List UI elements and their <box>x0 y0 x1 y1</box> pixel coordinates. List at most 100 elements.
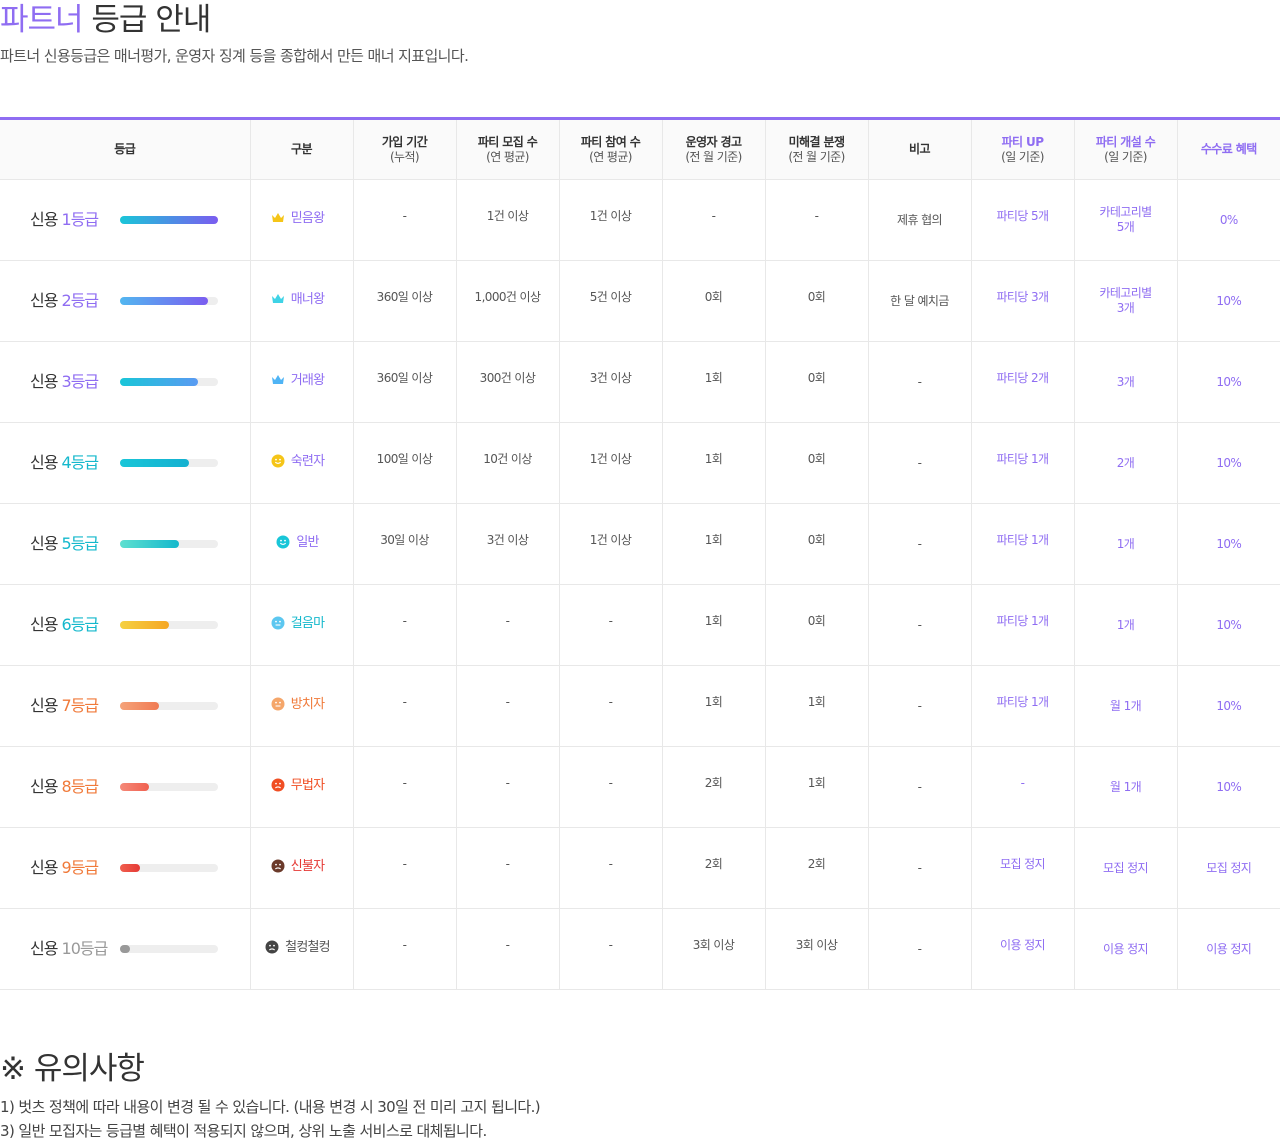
header-join-period: 가입 기간 (누적) <box>353 118 457 180</box>
party-open-cell: 2개 <box>1074 422 1178 504</box>
sad-face-icon <box>271 859 285 873</box>
party-open-cell: 3개 <box>1074 341 1178 423</box>
table-row: 신용 10등급 철컹철컹 - - -3회 이상 3회 이상 - 이용 정지 이용 정지 이용 정지 <box>0 908 1280 990</box>
fee-benefit-value: 10% <box>1177 422 1280 504</box>
grade-cell: 신용 1등급 <box>0 179 251 261</box>
party-up-value: 파티당 1개 <box>970 422 1075 504</box>
header-party-up-main: 파티 UP <box>1001 134 1044 149</box>
grade-label: 신용 4등급 <box>30 453 99 473</box>
header-warning-main: 운영자 경고 <box>685 134 742 149</box>
join-period-value: - <box>353 665 457 747</box>
recruit-count-value: - <box>456 665 560 747</box>
grade-label: 신용 1등급 <box>30 210 100 230</box>
table-header-row: 등급 구분 가입 기간 (누적) 파티 모집 수 (연 평균) 파티 참여 수 (연 … <box>0 118 1280 180</box>
fee-benefit-value: 0% <box>1177 179 1280 261</box>
note-value: - <box>868 746 972 828</box>
note-value: - <box>868 584 972 666</box>
grade-prefix: 신용 <box>30 777 62 796</box>
party-up-value: 파티당 5개 <box>970 179 1075 261</box>
header-party-open-main: 파티 개설 수 <box>1095 134 1156 149</box>
party-up-value: - <box>970 746 1075 828</box>
grade-progress-bar <box>120 945 218 953</box>
participate-count-value: 1건 이상 <box>559 422 663 504</box>
grade-number: 10등급 <box>61 939 109 958</box>
join-period-value: 360일 이상 <box>353 260 457 342</box>
header-join-sub: (누적) <box>389 149 420 164</box>
type-label: 거래왕 <box>290 372 325 388</box>
smile-face-icon <box>271 454 285 468</box>
type-cell: 방치자 <box>250 665 354 747</box>
grade-label: 신용 9등급 <box>30 858 99 878</box>
type-cell: 무법자 <box>250 746 354 828</box>
participate-count-value: - <box>559 827 663 909</box>
type-cell: 걸음마 <box>250 584 354 666</box>
type-label: 신불자 <box>290 858 325 874</box>
grade-number: 1등급 <box>61 210 100 229</box>
fee-benefit-value: 10% <box>1177 260 1280 342</box>
join-period-value: 100일 이상 <box>353 422 457 504</box>
note-line: 1) 벗츠 정책에 따라 내용이 변경 될 수 있습니다. (내용 변경 시 3… <box>0 1098 541 1116</box>
header-admin-warning: 운영자 경고 (전 월 기준) <box>662 118 766 180</box>
join-period-value: 360일 이상 <box>353 341 457 423</box>
header-warning-sub: (전 월 기준) <box>685 149 742 164</box>
grade-cell: 신용 4등급 <box>0 422 251 504</box>
crown-icon <box>271 292 285 306</box>
dispute-value: 1회 <box>765 746 869 828</box>
header-recruit-main: 파티 모집 수 <box>477 134 538 149</box>
type-cell: 숙련자 <box>250 422 354 504</box>
warning-value: 3회 이상 <box>662 908 766 990</box>
party-open-value: 월 1개 <box>1109 698 1142 713</box>
party-open-value: 2개 <box>1116 455 1135 470</box>
table-row: 신용 4등급 숙련자 100일 이상 10건 이상 1건 이상 1회 0회 - 파티당 1개 2개… <box>0 422 1280 504</box>
party-up-value: 이용 정지 <box>970 908 1075 990</box>
grade-prefix: 신용 <box>30 372 62 391</box>
warning-value: 1회 <box>662 665 766 747</box>
warning-value: 1회 <box>662 503 766 585</box>
party-up-value: 파티당 2개 <box>970 341 1075 423</box>
party-up-value: 파티당 1개 <box>970 584 1075 666</box>
warning-value: 2회 <box>662 746 766 828</box>
party-open-cell: 1개 <box>1074 503 1178 585</box>
join-period-value: - <box>353 746 457 828</box>
participate-count-value: - <box>559 665 663 747</box>
party-open-value: 1개 <box>1116 536 1135 551</box>
grade-number: 2등급 <box>61 291 100 310</box>
header-party-open-sub: (일 기준) <box>1104 149 1147 164</box>
grade-progress-bar <box>120 621 218 629</box>
party-open-value: 이용 정지 <box>1103 941 1149 956</box>
grade-prefix: 신용 <box>30 615 62 634</box>
type-cell: 매너왕 <box>250 260 354 342</box>
party-open-cell: 월 1개 <box>1074 746 1178 828</box>
type-label: 걸음마 <box>290 615 325 631</box>
dispute-value: 1회 <box>765 665 869 747</box>
grade-table: 등급 구분 가입 기간 (누적) 파티 모집 수 (연 평균) 파티 참여 수 (연 … <box>0 117 1280 990</box>
header-type: 구분 <box>250 118 354 180</box>
grade-progress-fill <box>120 783 150 791</box>
type-cell: 믿음왕 <box>250 179 354 261</box>
warning-value: 0회 <box>662 260 766 342</box>
grade-cell: 신용 7등급 <box>0 665 251 747</box>
grade-cell: 신용 3등급 <box>0 341 251 423</box>
type-cell: 거래왕 <box>250 341 354 423</box>
fee-benefit-value: 10% <box>1177 503 1280 585</box>
page-title: 파트너 등급 안내 <box>0 0 211 39</box>
type-cell: 일반 <box>250 503 354 585</box>
fee-benefit-value: 10% <box>1177 584 1280 666</box>
grade-cell: 신용 2등급 <box>0 260 251 342</box>
page-title-accent: 파트너 <box>0 2 84 38</box>
grade-number: 5등급 <box>61 534 100 553</box>
table-row: 신용 1등급 믿음왕 -1건 이상 1건 이상 - - 제휴 협의 파티당 5개 카테고리별 5개… <box>0 179 1280 261</box>
recruit-count-value: 1건 이상 <box>456 179 560 261</box>
table-row: 신용 6등급 걸음마 - - -1회 0회 - 파티당 1개 1개 10% <box>0 584 1280 666</box>
recruit-count-value: 10건 이상 <box>456 422 560 504</box>
recruit-count-value: - <box>456 584 560 666</box>
grade-progress-fill <box>120 621 169 629</box>
grade-label: 신용 7등급 <box>30 696 99 716</box>
type-label: 일반 <box>296 534 319 550</box>
party-open-line1: 카테고리별 <box>1099 205 1152 219</box>
dispute-value: 0회 <box>765 422 869 504</box>
grade-progress-fill <box>120 216 218 224</box>
sad-face-icon <box>265 940 279 954</box>
header-join-main: 가입 기간 <box>381 134 428 149</box>
party-open-value: 1개 <box>1116 617 1135 632</box>
